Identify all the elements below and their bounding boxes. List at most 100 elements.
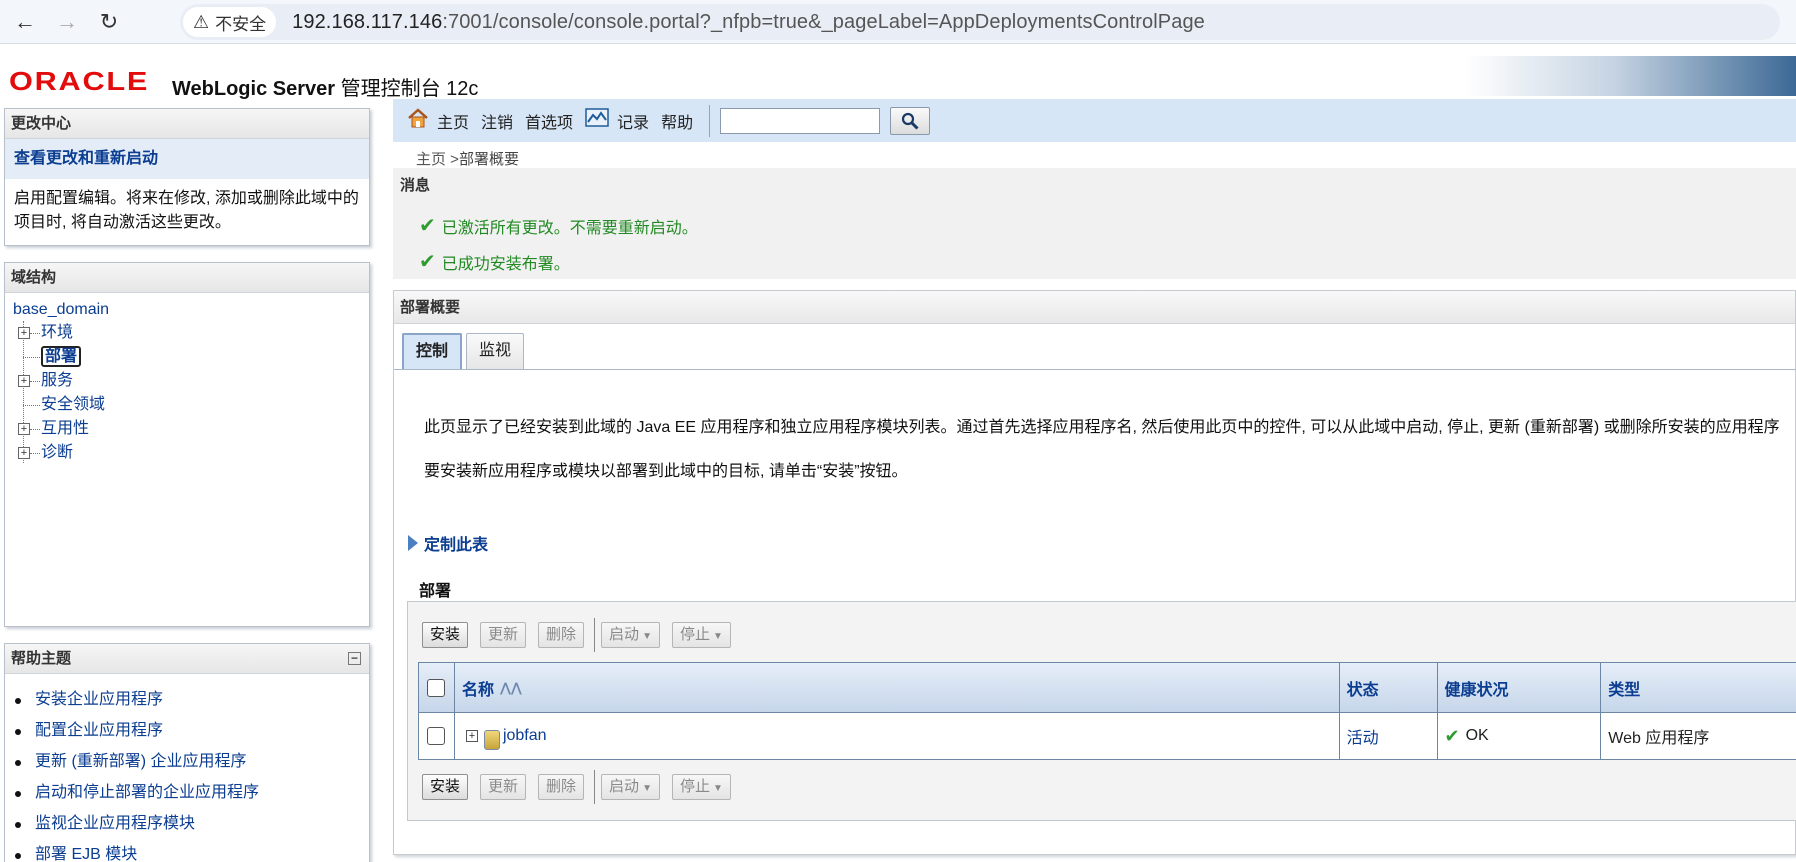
row-checkbox[interactable] [427, 727, 446, 745]
security-indicator[interactable]: ⚠ 不安全 [183, 7, 277, 37]
sort-ascending-icon[interactable]: ⋀⋀ [500, 680, 522, 696]
search-input[interactable] [720, 107, 881, 134]
update-button[interactable]: 更新 [480, 774, 527, 800]
messages-title: 消息 [400, 177, 431, 194]
header-banner [1466, 56, 1796, 96]
start-dropdown[interactable]: 启动 ▼ [601, 774, 660, 800]
expand-plus-icon[interactable]: + [18, 375, 30, 387]
help-link[interactable]: 监视企业应用程序模块 [13, 808, 369, 839]
logout-link[interactable]: 注销 [481, 109, 513, 133]
app-name-link[interactable]: jobfan [503, 727, 547, 745]
select-all-checkbox[interactable] [427, 678, 446, 697]
domain-structure-panel: 域结构 base_domain + 环境 部署 + 服务 安全领域 + 互用性 … [4, 262, 370, 627]
checkmark-icon: ✔ [1444, 725, 1460, 746]
tree-root-base-domain[interactable]: base_domain [9, 299, 369, 321]
customize-table-link[interactable]: 定制此表 [408, 531, 488, 555]
home-icon [407, 107, 429, 134]
tree-item-environment[interactable]: + 环境 [9, 321, 369, 345]
app-type: Web 应用程序 [1608, 730, 1710, 747]
product-title: WebLogic Server 管理控制台 12c [172, 78, 479, 100]
expand-plus-icon[interactable]: + [465, 730, 478, 742]
chevron-down-icon: ▼ [712, 783, 723, 794]
tree-item-interoperability[interactable]: + 互用性 [9, 417, 369, 441]
help-link[interactable]: 启动和停止部署的企业应用程序 [13, 777, 369, 808]
collapse-icon[interactable]: − [348, 652, 361, 665]
table-row: + jobfan 活动 ✔ OK Web 应用程序 [419, 713, 1796, 759]
domain-structure-title: 域结构 [5, 263, 369, 293]
expand-plus-icon[interactable]: + [18, 327, 30, 339]
oracle-logo: ORACLE [9, 66, 150, 96]
deployments-label: 部署 [419, 583, 452, 600]
chevron-down-icon: ▼ [642, 631, 652, 642]
address-bar[interactable]: ⚠ 不安全 192.168.117.146:7001/console/conso… [180, 4, 1780, 40]
tree-item-deployments[interactable]: 部署 [9, 345, 369, 369]
help-topics-title: 帮助主题 − [5, 644, 369, 674]
expand-triangle-icon [408, 535, 418, 551]
update-button[interactable]: 更新 [480, 622, 527, 648]
tree-item-diagnostics[interactable]: + 诊断 [9, 441, 369, 465]
tab-control[interactable]: 控制 [402, 333, 463, 369]
tab-divider [394, 369, 1796, 370]
checkmark-icon: ✔ [419, 251, 436, 273]
table-header: 名称 ⋀⋀ 状态 健康状况 类型 [419, 663, 1796, 713]
tree-item-services[interactable]: + 服务 [9, 369, 369, 393]
deployment-summary-panel: 部署概要 控制 监视 此页显示了已经安装到此域的 Java EE 应用程序和独立… [393, 290, 1796, 855]
column-state[interactable]: 状态 [1340, 663, 1438, 712]
search-button[interactable] [890, 106, 931, 135]
app-state-link[interactable]: 活动 [1347, 724, 1379, 748]
breadcrumb: 主页 >部署概要 [416, 151, 519, 168]
stop-dropdown[interactable]: 停止 ▼ [671, 774, 731, 800]
help-link[interactable]: 安装企业应用程序 [13, 684, 369, 715]
health-value: OK [1465, 727, 1489, 744]
tree-item-security-realms[interactable]: 安全领域 [9, 393, 369, 417]
chevron-down-icon: ▼ [642, 783, 652, 794]
preferences-link[interactable]: 首选项 [525, 109, 573, 133]
delete-button[interactable]: 删除 [538, 622, 585, 648]
page-description: 此页显示了已经安装到此域的 Java EE 应用程序和独立应用程序模块列表。通过… [424, 419, 1780, 436]
url-text[interactable]: 192.168.117.146:7001/console/console.por… [292, 11, 1205, 34]
column-type[interactable]: 类型 [1601, 663, 1796, 712]
console-toolbar: 主页 注销 首选项 记录 帮助 [393, 99, 1796, 142]
console-header: ORACLE WebLogic Server 管理控制台 12c [0, 56, 1796, 100]
expand-plus-icon[interactable]: + [18, 423, 30, 435]
change-center-panel: 更改中心 查看更改和重新启动 启用配置编辑。将来在修改, 添加或删除此域中的项目… [4, 108, 370, 246]
messages-area: 消息 ✔ 已激活所有更改。不需要重新启动。 ✔ 已成功安装布署。 [393, 168, 1796, 279]
table-toolbar-bottom: 安装 更新 删除 启动 ▼ 停止 ▼ [422, 770, 743, 804]
record-icon [585, 107, 609, 134]
help-topics-list: 安装企业应用程序 配置企业应用程序 更新 (重新部署) 企业应用程序 启动和停止… [5, 674, 369, 862]
install-hint: 要安装新应用程序或模块以部署到此域中的目标, 请单击“安装”按钮。 [424, 463, 908, 480]
breadcrumb-home[interactable]: 主页 [416, 151, 446, 168]
help-link[interactable]: 更新 (重新部署) 企业应用程序 [13, 746, 369, 777]
warning-icon: ⚠ [193, 11, 210, 32]
change-center-description: 启用配置编辑。将来在修改, 添加或删除此域中的项目时, 将自动激活这些更改。 [14, 190, 359, 231]
help-link[interactable]: 配置企业应用程序 [13, 715, 369, 746]
chevron-down-icon: ▼ [712, 631, 723, 642]
back-arrow-icon[interactable]: ← [8, 5, 42, 39]
domain-tree: base_domain + 环境 部署 + 服务 安全领域 + 互用性 + 诊断 [5, 293, 369, 465]
success-message: ✔ 已激活所有更改。不需要重新启动。 [419, 215, 698, 237]
install-button[interactable]: 安装 [422, 774, 469, 800]
delete-button[interactable]: 删除 [538, 774, 585, 800]
checkmark-icon: ✔ [419, 215, 436, 237]
home-link[interactable]: 主页 [407, 107, 469, 134]
search-icon [901, 112, 919, 130]
success-message: ✔ 已成功安装布署。 [419, 251, 570, 273]
help-link[interactable]: 部署 EJB 模块 [13, 839, 369, 862]
record-link[interactable]: 记录 [585, 107, 649, 134]
tab-bar: 控制 监视 [402, 333, 528, 369]
help-link[interactable]: 帮助 [661, 109, 693, 133]
column-health[interactable]: 健康状况 [1438, 663, 1602, 712]
help-topics-panel: 帮助主题 − 安装企业应用程序 配置企业应用程序 更新 (重新部署) 企业应用程… [4, 643, 370, 862]
table-toolbar-top: 安装 更新 删除 启动 ▼ 停止 ▼ [422, 618, 743, 652]
expand-plus-icon[interactable]: + [18, 447, 30, 459]
stop-dropdown[interactable]: 停止 ▼ [671, 622, 731, 648]
start-dropdown[interactable]: 启动 ▼ [601, 622, 660, 648]
view-changes-link[interactable]: 查看更改和重新启动 [5, 139, 369, 179]
reload-icon[interactable]: ↻ [92, 5, 126, 39]
install-button[interactable]: 安装 [422, 622, 469, 648]
tab-monitoring[interactable]: 监视 [466, 333, 525, 369]
column-name[interactable]: 名称 ⋀⋀ [455, 663, 1340, 712]
application-icon [483, 730, 500, 750]
deployments-table-container: 安装 更新 删除 启动 ▼ 停止 ▼ 名称 ⋀⋀ 状态 健康状况 类型 + jobfa… [407, 601, 1796, 821]
forward-arrow-icon[interactable]: → [50, 5, 84, 39]
